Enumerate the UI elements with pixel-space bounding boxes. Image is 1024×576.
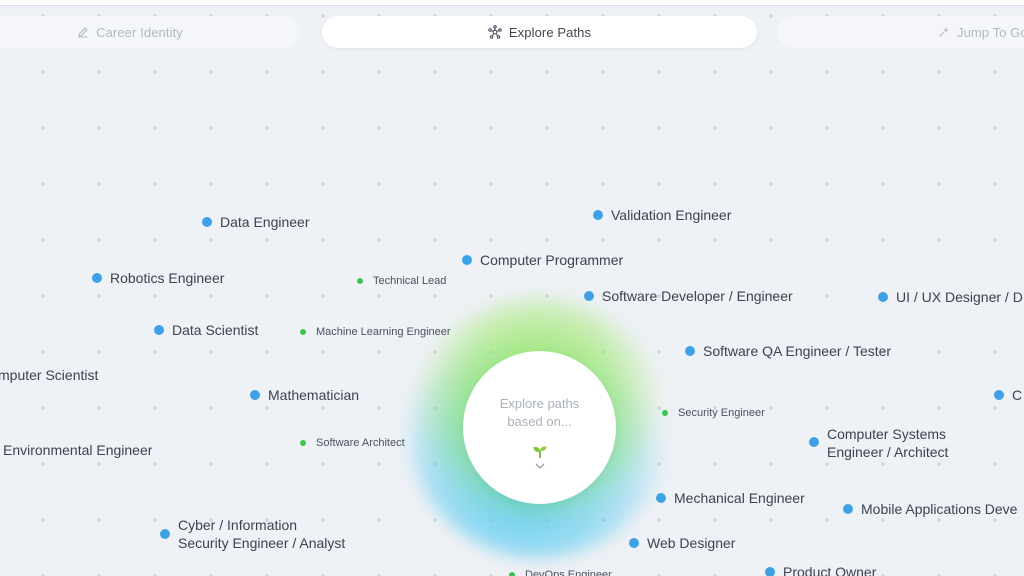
career-node-software-qa-engineer[interactable]: Software QA Engineer / Tester bbox=[685, 342, 891, 360]
tab-label: Career Identity bbox=[96, 24, 183, 40]
node-dot bbox=[509, 572, 515, 576]
career-node-data-engineer[interactable]: Data Engineer bbox=[202, 213, 310, 231]
career-node-technical-lead[interactable]: Technical Lead bbox=[357, 273, 446, 289]
career-node-web-designer[interactable]: Web Designer bbox=[629, 534, 735, 552]
career-node-robotics-engineer[interactable]: Robotics Engineer bbox=[92, 269, 224, 287]
career-node-machine-learning-engineer[interactable]: Machine Learning Engineer bbox=[300, 324, 451, 340]
career-node-mathematician[interactable]: Mathematician bbox=[250, 386, 359, 404]
node-dot bbox=[92, 273, 102, 283]
career-node-computer-systems-engineer[interactable]: Computer Systems Engineer / Architect bbox=[809, 425, 948, 461]
node-dot bbox=[878, 292, 888, 302]
node-dot bbox=[593, 210, 603, 220]
center-prompt-text: Explore paths based on... bbox=[499, 396, 580, 429]
node-dot bbox=[584, 291, 594, 301]
career-node-mechanical-engineer[interactable]: Mechanical Engineer bbox=[656, 489, 805, 507]
sparkle-icon bbox=[938, 26, 950, 38]
explore-based-on-button[interactable]: Explore paths based on... bbox=[463, 351, 616, 504]
career-node-mobile-applications-developer[interactable]: Mobile Applications Deve bbox=[843, 500, 1017, 518]
top-border bbox=[0, 0, 1024, 6]
career-node-cyber-security-engineer[interactable]: Cyber / Information Security Engineer / … bbox=[160, 516, 345, 552]
career-node-software-architect[interactable]: Software Architect bbox=[300, 435, 405, 451]
node-dot bbox=[843, 504, 853, 514]
explore-paths-canvas: Career Identity Explore Paths Jump To Go… bbox=[0, 0, 1024, 576]
node-dot bbox=[300, 440, 306, 446]
chevron-down-icon[interactable] bbox=[535, 463, 545, 469]
node-dot bbox=[662, 410, 668, 416]
career-node-computer-scientist[interactable]: mputer Scientist bbox=[0, 366, 98, 384]
tab-explore-paths[interactable]: Explore Paths bbox=[322, 16, 757, 48]
edit-icon bbox=[77, 26, 89, 38]
node-dot bbox=[994, 390, 1004, 400]
node-dot bbox=[202, 217, 212, 227]
tab-jump-to-goal[interactable]: Jump To Go bbox=[778, 16, 1024, 48]
career-node-data-scientist[interactable]: Data Scientist bbox=[154, 321, 258, 339]
career-node-security-engineer[interactable]: Security Engineer bbox=[662, 405, 765, 421]
tab-label: Explore Paths bbox=[508, 24, 592, 40]
career-node-ui-ux-designer[interactable]: UI / UX Designer / D bbox=[878, 288, 1023, 306]
career-node-devops-engineer[interactable]: DevOps Engineer bbox=[509, 567, 612, 576]
node-dot bbox=[300, 329, 306, 335]
career-node-validation-engineer[interactable]: Validation Engineer bbox=[593, 206, 731, 224]
node-dot bbox=[809, 437, 819, 447]
node-dot bbox=[357, 278, 363, 284]
tab-career-identity[interactable]: Career Identity bbox=[0, 16, 300, 48]
career-node-environmental-engineer[interactable]: Environmental Engineer bbox=[3, 441, 152, 459]
node-dot bbox=[160, 529, 170, 539]
network-icon bbox=[488, 25, 502, 39]
career-node-computer-programmer[interactable]: Computer Programmer bbox=[462, 251, 623, 269]
career-node-right-edge[interactable]: C bbox=[994, 386, 1022, 404]
career-node-product-owner[interactable]: Product Owner bbox=[765, 563, 876, 576]
tab-label: Jump To Go bbox=[957, 24, 1024, 40]
node-dot bbox=[250, 390, 260, 400]
sprout-icon bbox=[533, 446, 546, 458]
node-dot bbox=[685, 346, 695, 356]
node-dot bbox=[765, 567, 775, 576]
career-node-software-developer[interactable]: Software Developer / Engineer bbox=[584, 287, 793, 305]
node-dot bbox=[462, 255, 472, 265]
node-dot bbox=[154, 325, 164, 335]
node-dot bbox=[629, 538, 639, 548]
node-dot bbox=[656, 493, 666, 503]
